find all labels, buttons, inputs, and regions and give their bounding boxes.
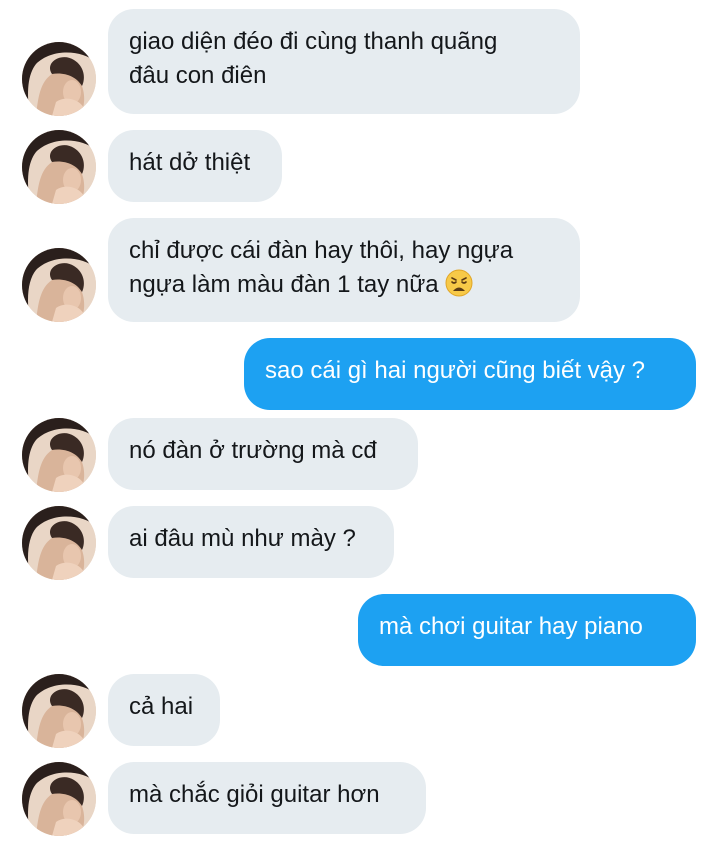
message-bubble[interactable]: nó đàn ở trường mà cđ	[108, 418, 418, 490]
contact-avatar[interactable]	[22, 42, 96, 116]
contact-avatar[interactable]	[22, 762, 96, 836]
message-bubble[interactable]: mà chơi guitar hay piano	[358, 594, 696, 666]
weary-face-emoji-icon	[445, 269, 473, 297]
contact-avatar[interactable]	[22, 130, 96, 204]
message-bubble[interactable]: giao diện đéo đi cùng thanh quãng đâu co…	[108, 9, 580, 114]
contact-avatar[interactable]	[22, 506, 96, 580]
message-bubble[interactable]: ai đâu mù như mày ?	[108, 506, 394, 578]
message-bubble[interactable]: hát dở thiệt	[108, 130, 282, 202]
message-bubble[interactable]: cả hai	[108, 674, 220, 746]
message-bubble[interactable]: chỉ được cái đàn hay thôi, hay ngựa ngựa…	[108, 218, 580, 322]
message-bubble[interactable]: mà chắc giỏi guitar hơn	[108, 762, 426, 834]
contact-avatar[interactable]	[22, 674, 96, 748]
contact-avatar[interactable]	[22, 418, 96, 492]
contact-avatar[interactable]	[22, 248, 96, 322]
message-bubble[interactable]: sao cái gì hai người cũng biết vậy ?	[244, 338, 696, 410]
